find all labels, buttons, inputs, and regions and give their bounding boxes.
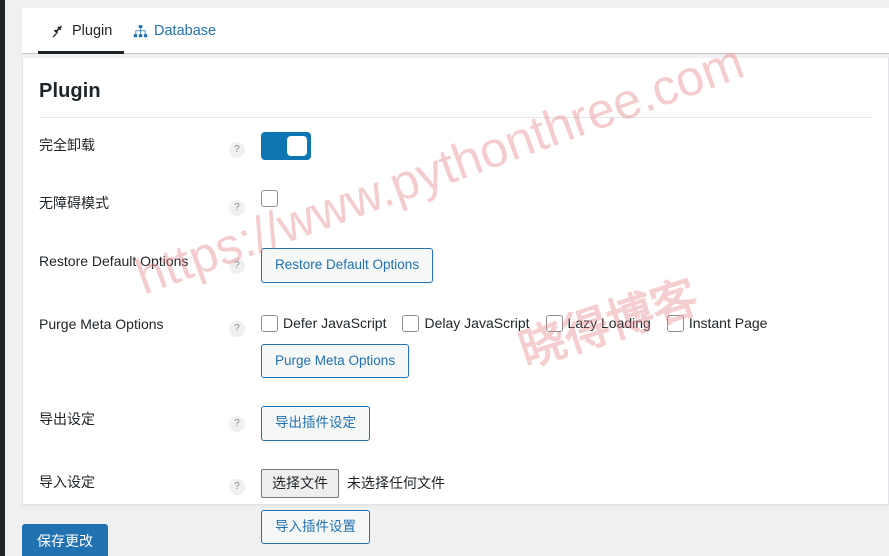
tab-plugin-label: Plugin [72, 23, 113, 39]
help-icon-restore-defaults[interactable]: ? [229, 258, 245, 274]
tab-strip-topline [22, 0, 889, 8]
purge-meta-options-button[interactable]: Purge Meta Options [261, 343, 410, 379]
delay-javascript-label: Delay JavaScript [424, 315, 530, 332]
delay-javascript-checkbox[interactable] [402, 314, 420, 332]
page-gutter [5, 0, 22, 556]
tab-strip: Plugin Database [22, 8, 889, 54]
import-settings-button[interactable]: 导入插件设置 [261, 509, 370, 545]
export-settings-button[interactable]: 导出插件设定 [261, 406, 370, 441]
toggle-knob [287, 136, 307, 156]
checkbox-lazy-loading[interactable]: Lazy Loading [545, 314, 651, 332]
tab-plugin[interactable]: Plugin [38, 8, 125, 54]
save-changes-button[interactable]: 保存更改 [22, 524, 108, 556]
row-accessibility-label: 无障碍模式 [39, 195, 109, 211]
row-purge-meta: Purge Meta Options ? Defer JavaScript De… [23, 297, 888, 393]
row-restore-defaults-label: Restore Default Options [39, 253, 189, 269]
settings-form-table: 完全卸载 ? 无障碍模式 ? Restore Default Options ?… [23, 118, 888, 556]
row-accessibility: 无障碍模式 ? [23, 176, 888, 234]
admin-settings-page: Plugin Database Plugin 完全卸载 ? 无障碍模式 ? Re… [0, 0, 889, 556]
accessibility-checkbox[interactable] [261, 190, 278, 208]
import-file-input[interactable]: 选择文件 未选择任何文件 [261, 468, 872, 498]
defer-javascript-label: Defer JavaScript [283, 315, 387, 332]
row-import: 导入设定 ? 选择文件 未选择任何文件 导入插件设置 [23, 455, 888, 556]
purge-meta-checkbox-group: Defer JavaScript Delay JavaScript Lazy L… [261, 314, 872, 332]
checkbox-defer-javascript[interactable]: Defer JavaScript [261, 314, 387, 332]
row-uninstall-label: 完全卸载 [39, 137, 95, 153]
help-icon-export[interactable]: ? [229, 416, 245, 433]
uninstall-toggle[interactable] [261, 132, 311, 160]
help-icon-purge-meta[interactable]: ? [229, 320, 245, 337]
defer-javascript-checkbox[interactable] [261, 314, 278, 332]
file-status-text: 未选择任何文件 [347, 475, 445, 492]
tab-database[interactable]: Database [120, 8, 228, 54]
help-icon-accessibility[interactable]: ? [229, 200, 245, 216]
row-export: 导出设定 ? 导出插件设定 [23, 392, 888, 455]
row-purge-meta-label: Purge Meta Options [39, 315, 164, 332]
save-button-wrap: 保存更改 [22, 524, 108, 556]
restore-default-options-button[interactable]: Restore Default Options [261, 248, 434, 283]
row-restore-defaults: Restore Default Options ? Restore Defaul… [23, 234, 888, 297]
page-title: Plugin [39, 80, 101, 102]
settings-card: Plugin 完全卸载 ? 无障碍模式 ? Restore Default Op… [22, 58, 889, 545]
lazy-loading-label: Lazy Loading [567, 315, 651, 332]
sitemap-icon [132, 23, 148, 39]
choose-file-button[interactable]: 选择文件 [261, 468, 339, 498]
row-export-label: 导出设定 [39, 411, 95, 428]
tab-database-label: Database [154, 23, 217, 39]
help-icon-uninstall[interactable]: ? [229, 142, 245, 158]
checkbox-delay-javascript[interactable]: Delay JavaScript [402, 314, 530, 332]
plug-icon [50, 23, 66, 39]
lazy-loading-checkbox[interactable] [545, 314, 563, 332]
instant-page-checkbox[interactable] [666, 314, 684, 332]
checkbox-instant-page[interactable]: Instant Page [666, 314, 768, 332]
help-icon-import[interactable]: ? [229, 478, 245, 495]
row-uninstall: 完全卸载 ? [23, 118, 888, 176]
instant-page-label: Instant Page [688, 315, 768, 332]
